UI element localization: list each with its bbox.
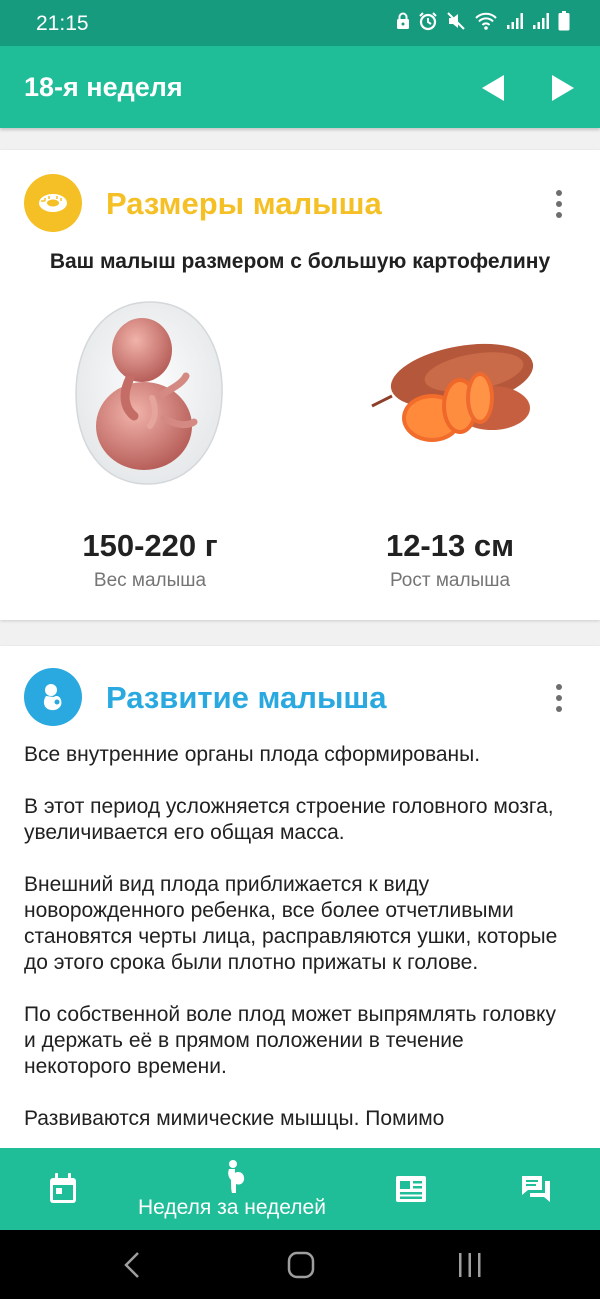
fetus-icon [24,668,82,726]
fetus-image [75,301,223,485]
development-card-more-button[interactable] [544,681,574,715]
previous-week-button[interactable] [476,71,510,105]
baby-size-card: Размеры малыша Ваш малыш размером с боль… [0,150,600,620]
height-value: 12-13 см [385,528,515,563]
weight-label: Вес малыша [93,570,207,591]
page-title: 18-я неделя [24,72,183,102]
wifi-icon [474,11,498,36]
bottom-navigation: Неделя за неделей [0,1148,600,1230]
triangle-right-icon [552,75,574,101]
app-toolbar: 18-я неделя [0,46,600,128]
system-recents-icon[interactable] [456,1252,484,1278]
development-paragraph: Все внутренние органы плода сформированы… [24,743,481,766]
baby-size-title: Размеры малыша [106,186,382,221]
nav-chat[interactable] [492,1148,582,1230]
battery-icon [558,10,570,36]
measuring-tape-icon [24,174,82,232]
nav-calendar[interactable] [18,1148,108,1230]
size-card-more-button[interactable] [544,187,574,221]
system-home-icon[interactable] [286,1251,316,1279]
development-paragraph: В этот период усложняется строение голов… [24,795,554,844]
signal-icon [532,12,550,35]
lock-icon [396,12,410,35]
status-time: 21:15 [36,12,89,35]
baby-development-title: Развитие малыша [106,680,387,715]
triangle-left-icon [482,75,504,101]
signal-icon [506,12,524,35]
weight-value: 150-220 г [82,528,218,563]
system-back-icon[interactable] [120,1250,144,1280]
development-paragraph: Развиваются мимические мышцы. Помимо [24,1107,445,1130]
mute-icon [446,11,466,36]
calendar-icon [50,1173,76,1203]
potato-image [371,343,534,442]
chat-icon [522,1176,550,1202]
alarm-icon [418,11,438,36]
status-icons [396,10,570,36]
nav-week-by-week[interactable]: Неделя за неделей [120,1148,360,1230]
nav-week-by-week-label: Неделя за неделей [138,1196,326,1219]
height-label: Рост малыша [389,570,511,591]
development-text: Все внутренние органы плода сформированы… [24,742,568,1158]
nav-articles[interactable] [366,1148,456,1230]
article-icon [396,1176,426,1202]
pregnancy-icon [228,1160,245,1193]
baby-development-card: Развитие малыша Все внутренние органы пл… [0,646,600,1166]
development-paragraph: По собственной воле плод может выпрямлят… [24,1003,556,1078]
development-paragraph: Внешний вид плода приближается к виду но… [24,873,558,974]
system-navigation-bar [0,1230,600,1299]
status-bar: 21:15 [0,0,600,46]
size-description: Ваш малыш размером с большую картофелину [49,250,551,273]
next-week-button[interactable] [546,71,580,105]
